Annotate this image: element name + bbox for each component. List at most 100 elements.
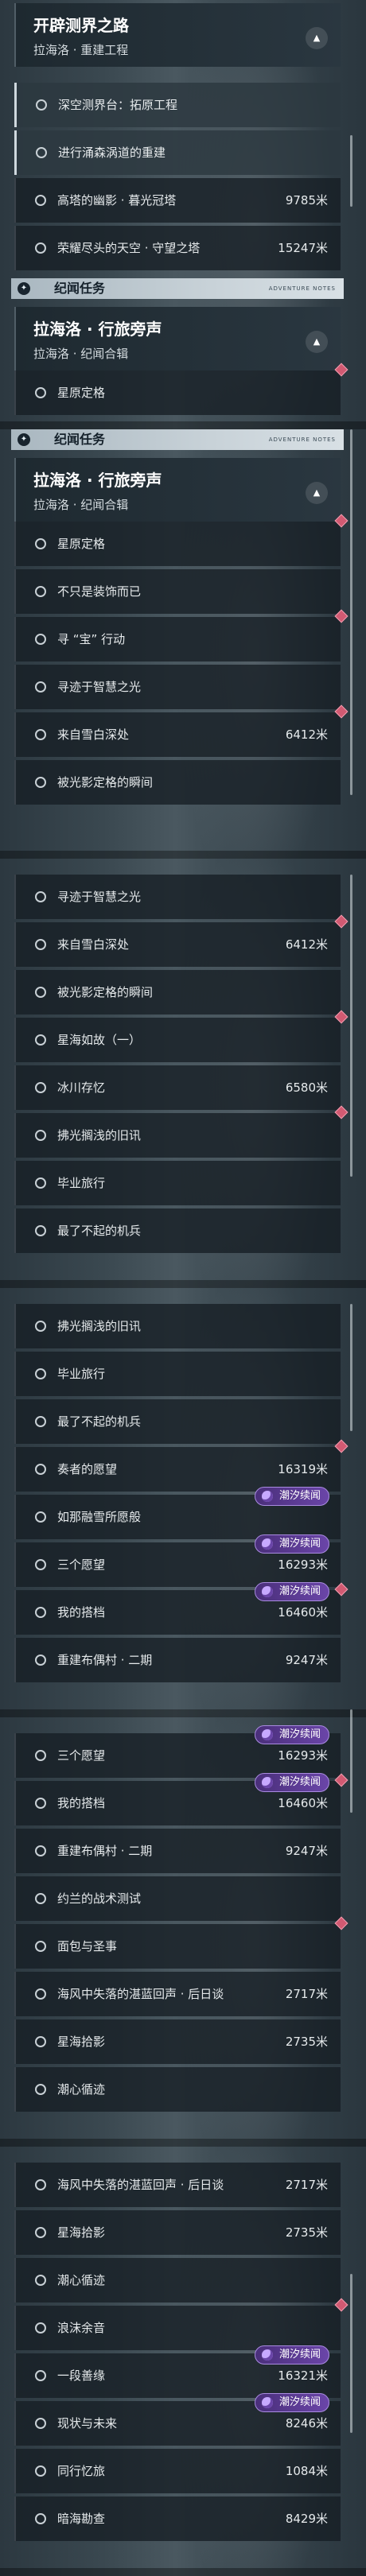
status-circle-icon	[35, 2084, 46, 2095]
quest-row[interactable]: 星海拾影 2735米	[14, 2019, 341, 2064]
quest-row[interactable]: 星原定格	[14, 514, 348, 566]
quest-name: 重建布偶村 · 二期	[57, 1844, 153, 1858]
quest-row[interactable]: 深空测界台：拓原工程	[14, 83, 341, 127]
quest-row[interactable]: 潮心循迹	[14, 2067, 341, 2112]
quest-row[interactable]: 来自雪白深处 6412米	[14, 914, 348, 967]
quest-row[interactable]: 同行忆旅 1084米	[14, 2449, 341, 2493]
quest-row[interactable]: 不只是装饰而已	[14, 569, 341, 614]
quest-row[interactable]: 奏者的愿望 16319米	[14, 1439, 348, 1492]
quest-name: 如那融雪所愿般	[57, 1510, 142, 1524]
quest-name: 奏者的愿望	[57, 1462, 118, 1476]
category-bar[interactable]: ✦ 纪闻任务 ADVENTURE NOTES	[11, 278, 344, 299]
quest-name: 高塔的幽影 · 暮光冠塔	[57, 193, 177, 208]
quest-name: 拂光搁浅的旧讯	[57, 1319, 142, 1333]
status-circle-icon	[35, 1034, 46, 1046]
quest-name: 潮心循迹	[57, 2082, 106, 2097]
quest-row[interactable]: 拂光搁浅的旧讯	[14, 1304, 341, 1348]
collapse-chevron-icon[interactable]: ▲	[306, 482, 328, 504]
quest-name: 面包与圣事	[57, 1939, 118, 1953]
status-circle-icon	[35, 242, 46, 254]
quest-row[interactable]: 荣耀尽头的天空 · 守望之塔 15247米	[14, 226, 341, 270]
quest-row[interactable]: 寻 “宝” 行动	[14, 609, 348, 661]
category-bar[interactable]: ✦ 纪闻任务 ADVENTURE NOTES	[11, 429, 344, 450]
quest-row[interactable]: 面包与圣事	[14, 1916, 348, 1969]
quest-row[interactable]: 我的搭档 16460米 潮汐续闻	[14, 1582, 348, 1635]
quest-row[interactable]: 拂光搁浅的旧讯	[14, 1105, 348, 1158]
quest-name: 同行忆旅	[57, 2464, 106, 2478]
scrollbar[interactable]	[350, 875, 352, 1177]
quest-name: 拂光搁浅的旧讯	[57, 1128, 142, 1143]
quest-row[interactable]: 海风中失落的湛蓝回声 · 后日谈 2717米	[14, 1972, 341, 2016]
screenshot-panel-4: 拂光搁浅的旧讯 毕业旅行最了不起的机兵奏者的愿望 16319米 如那融雪所愿般 潮汐续闻…	[0, 1288, 366, 1717]
quest-row[interactable]: 星原定格	[14, 363, 348, 415]
quest-name: 我的搭档	[57, 1796, 106, 1810]
quest-row[interactable]: 进行涌森涡道的重建	[14, 130, 341, 175]
quest-row[interactable]: 最了不起的机兵	[14, 1208, 341, 1253]
badge-label: 潮汐续闻	[279, 2349, 321, 2361]
quest-name: 来自雪白深处	[57, 727, 130, 742]
status-circle-icon	[35, 1655, 46, 1666]
status-circle-icon	[35, 777, 46, 788]
quest-group-header[interactable]: 拉海洛 · 行旅旁声 拉海洛 · 纪闻合辑 ▲	[14, 307, 341, 370]
scrollbar[interactable]	[350, 135, 352, 207]
quest-name: 星原定格	[57, 537, 106, 551]
status-circle-icon	[35, 1177, 46, 1189]
quest-distance: 6412米	[285, 727, 328, 742]
quest-name: 海风中失落的湛蓝回声 · 后日谈	[57, 2178, 224, 2192]
quest-row[interactable]: 被光影定格的瞬间	[14, 760, 341, 805]
quest-distance: 6412米	[285, 937, 328, 952]
quest-row[interactable]: 寻迹于智慧之光	[14, 665, 341, 709]
collapse-chevron-icon[interactable]: ▲	[306, 27, 328, 49]
quest-row[interactable]: 冰川存忆 6580米	[14, 1065, 341, 1110]
quest-row[interactable]: 毕业旅行	[14, 1352, 341, 1396]
quest-row[interactable]: 三个愿望 16293米 潮汐续闻	[14, 1534, 341, 1587]
quest-group-header[interactable]: 开辟测界之路 拉海洛 · 重建工程 ▲	[14, 3, 341, 67]
tide-icon	[262, 1729, 273, 1740]
tide-icon	[262, 1586, 273, 1597]
quest-row[interactable]: 一段善缘 16321米 潮汐续闻	[14, 2345, 341, 2398]
quest-row[interactable]: 如那融雪所愿般 潮汐续闻	[14, 1487, 341, 1539]
quest-row[interactable]: 重建布偶村 · 二期 9247米	[14, 1638, 341, 1682]
quest-distance: 9785米	[285, 193, 328, 208]
quest-row[interactable]: 海风中失落的湛蓝回声 · 后日谈 2717米	[14, 2163, 341, 2207]
quest-distance: 6580米	[285, 1080, 328, 1095]
quest-row[interactable]: 高塔的幽影 · 暮光冠塔 9785米	[14, 178, 341, 223]
status-circle-icon	[35, 1082, 46, 1093]
quest-name: 重建布偶村 · 二期	[57, 1653, 153, 1667]
scrollbar[interactable]	[350, 2274, 352, 2433]
quest-row[interactable]: 暗海勘查 8429米	[14, 2496, 341, 2541]
collapse-chevron-icon[interactable]: ▲	[306, 331, 328, 353]
quest-row[interactable]: 最了不起的机兵	[14, 1399, 341, 1444]
scrollbar[interactable]	[350, 429, 352, 795]
quest-row[interactable]: 星海如故（一）	[14, 1010, 348, 1062]
status-circle-icon	[35, 195, 46, 206]
quest-name: 暗海勘查	[57, 2512, 106, 2526]
quest-row[interactable]: 来自雪白深处 6412米	[14, 704, 348, 757]
sparkle-icon: ✦	[18, 282, 30, 295]
status-circle-icon	[35, 2513, 46, 2524]
quest-row[interactable]: 我的搭档 16460米 潮汐续闻	[14, 1773, 348, 1825]
quest-row[interactable]: 被光影定格的瞬间	[14, 970, 341, 1014]
quest-row[interactable]: 约兰的战术测试	[14, 1876, 341, 1921]
quest-row[interactable]: 寻迹于智慧之光	[14, 875, 341, 919]
quest-name: 被光影定格的瞬间	[57, 985, 154, 999]
scrollbar[interactable]	[350, 1304, 352, 1431]
status-circle-icon	[35, 1988, 46, 2000]
quest-row[interactable]: 浪沫余音	[14, 2298, 348, 2350]
quest-name: 潮心循迹	[57, 2273, 106, 2287]
quest-row[interactable]: 重建布偶村 · 二期 9247米	[14, 1829, 341, 1873]
quest-row[interactable]: 星海拾影 2735米	[14, 2210, 341, 2255]
screenshot-panel-5: 三个愿望 16293米 潮汐续闻 我的搭档 16460米 潮汐续闻 重建布偶村 · 二期 92…	[0, 1717, 366, 2147]
quest-row[interactable]: 毕业旅行	[14, 1161, 341, 1205]
quest-group-header[interactable]: 拉海洛 · 行旅旁声 拉海洛 · 纪闻合辑 ▲	[14, 458, 341, 522]
status-circle-icon	[35, 1893, 46, 1904]
screenshot-panel-1: 开辟测界之路 拉海洛 · 重建工程 ▲ 深空测界台：拓原工程 进行涌森涡道的重建 高塔的幽…	[0, 0, 366, 429]
quest-row[interactable]: 潮心循迹	[14, 2258, 341, 2302]
quest-row[interactable]: 三个愿望 16293米 潮汐续闻	[14, 1725, 341, 1778]
scrollbar[interactable]	[350, 1709, 352, 1813]
status-circle-icon	[35, 1559, 46, 1570]
quest-name: 毕业旅行	[57, 1367, 106, 1381]
quest-name: 最了不起的机兵	[57, 1414, 142, 1429]
status-circle-icon	[35, 1511, 46, 1523]
quest-row[interactable]: 现状与未来 8246米 潮汐续闻	[14, 2393, 341, 2446]
